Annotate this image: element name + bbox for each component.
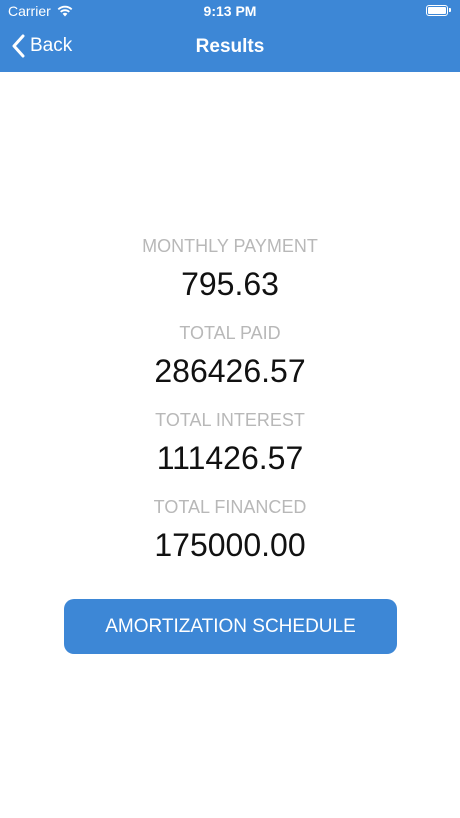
header: Carrier 9:13 PM Back Results [0, 0, 460, 72]
total-paid-value: 286426.57 [154, 353, 306, 389]
amortization-schedule-button[interactable]: AMORTIZATION SCHEDULE [64, 599, 397, 654]
status-time: 9:13 PM [203, 3, 257, 19]
results-summary: MONTHLY PAYMENT 795.63 TOTAL PAID 286426… [0, 234, 460, 582]
battery-icon [426, 5, 451, 16]
total-interest-value: 111426.57 [156, 440, 304, 476]
page-title: Results [195, 36, 265, 57]
monthly-payment-value: 795.63 [181, 266, 279, 302]
total-paid-label: TOTAL PAID [179, 323, 281, 343]
nav-bar: Back Results [0, 24, 460, 72]
total-financed-value: 175000.00 [154, 527, 306, 563]
total-financed-label: TOTAL FINANCED [153, 497, 307, 517]
status-bar: Carrier 9:13 PM [0, 0, 460, 24]
monthly-payment-label: MONTHLY PAYMENT [142, 236, 318, 256]
amortization-schedule-label: AMORTIZATION SCHEDULE [105, 615, 356, 637]
total-interest-label: TOTAL INTEREST [155, 410, 305, 430]
